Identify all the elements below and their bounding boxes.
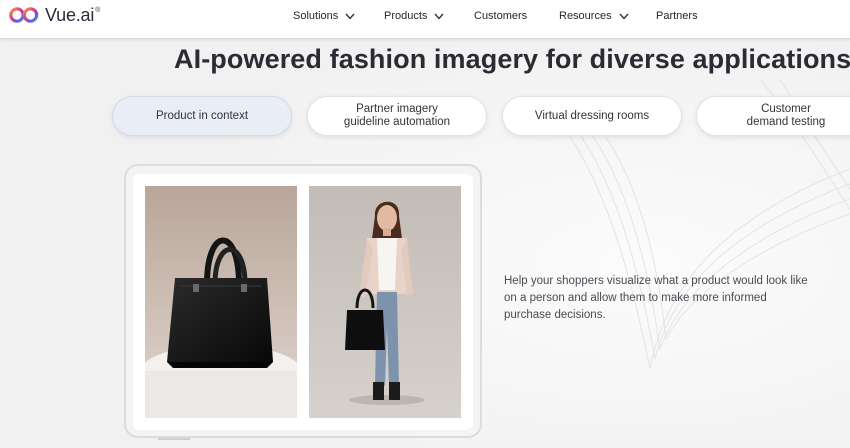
tab-label: Product in context bbox=[155, 109, 249, 122]
model-with-handbag-image bbox=[309, 186, 461, 418]
handbag-product-image bbox=[145, 186, 297, 418]
tab-partner-imagery-guideline-automation[interactable]: Partner imagery guideline automation bbox=[307, 96, 487, 136]
nav-customers-label: Customers bbox=[474, 10, 528, 22]
chevron-down-icon bbox=[434, 13, 444, 20]
vue-ai-logo[interactable]: Vue.ai® bbox=[8, 4, 100, 26]
tab-customer-demand-testing[interactable]: Customer demand testing bbox=[696, 96, 850, 136]
page-title: AI-powered fashion imagery for diverse a… bbox=[174, 44, 850, 74]
nav-products[interactable]: Products bbox=[384, 10, 444, 22]
tab-label: Customer demand testing bbox=[746, 103, 826, 128]
tab-product-in-context[interactable]: Product in context bbox=[112, 96, 292, 136]
top-navbar: Vue.ai® Solutions Products Customers Res… bbox=[0, 0, 850, 39]
nav-resources[interactable]: Resources bbox=[559, 10, 629, 22]
nav-solutions[interactable]: Solutions bbox=[293, 10, 355, 22]
tab-description: Help your shoppers visualize what a prod… bbox=[504, 275, 808, 321]
nav-solutions-label: Solutions bbox=[293, 10, 339, 22]
nav-resources-label: Resources bbox=[559, 10, 612, 22]
chevron-down-icon bbox=[619, 13, 629, 20]
nav-partners[interactable]: Partners bbox=[656, 10, 698, 22]
nav-products-label: Products bbox=[384, 10, 428, 22]
chevron-down-icon bbox=[345, 13, 355, 20]
nav-customers[interactable]: Customers bbox=[474, 10, 527, 22]
tab-label: Virtual dressing rooms bbox=[534, 109, 650, 122]
tab-virtual-dressing-rooms[interactable]: Virtual dressing rooms bbox=[502, 96, 682, 136]
tab-label: Partner imagery guideline automation bbox=[343, 103, 451, 128]
brand-name: Vue.ai® bbox=[45, 4, 101, 25]
nav-partners-label: Partners bbox=[656, 10, 698, 22]
infinity-logo-icon bbox=[9, 7, 39, 23]
frame-divider bbox=[158, 438, 190, 440]
